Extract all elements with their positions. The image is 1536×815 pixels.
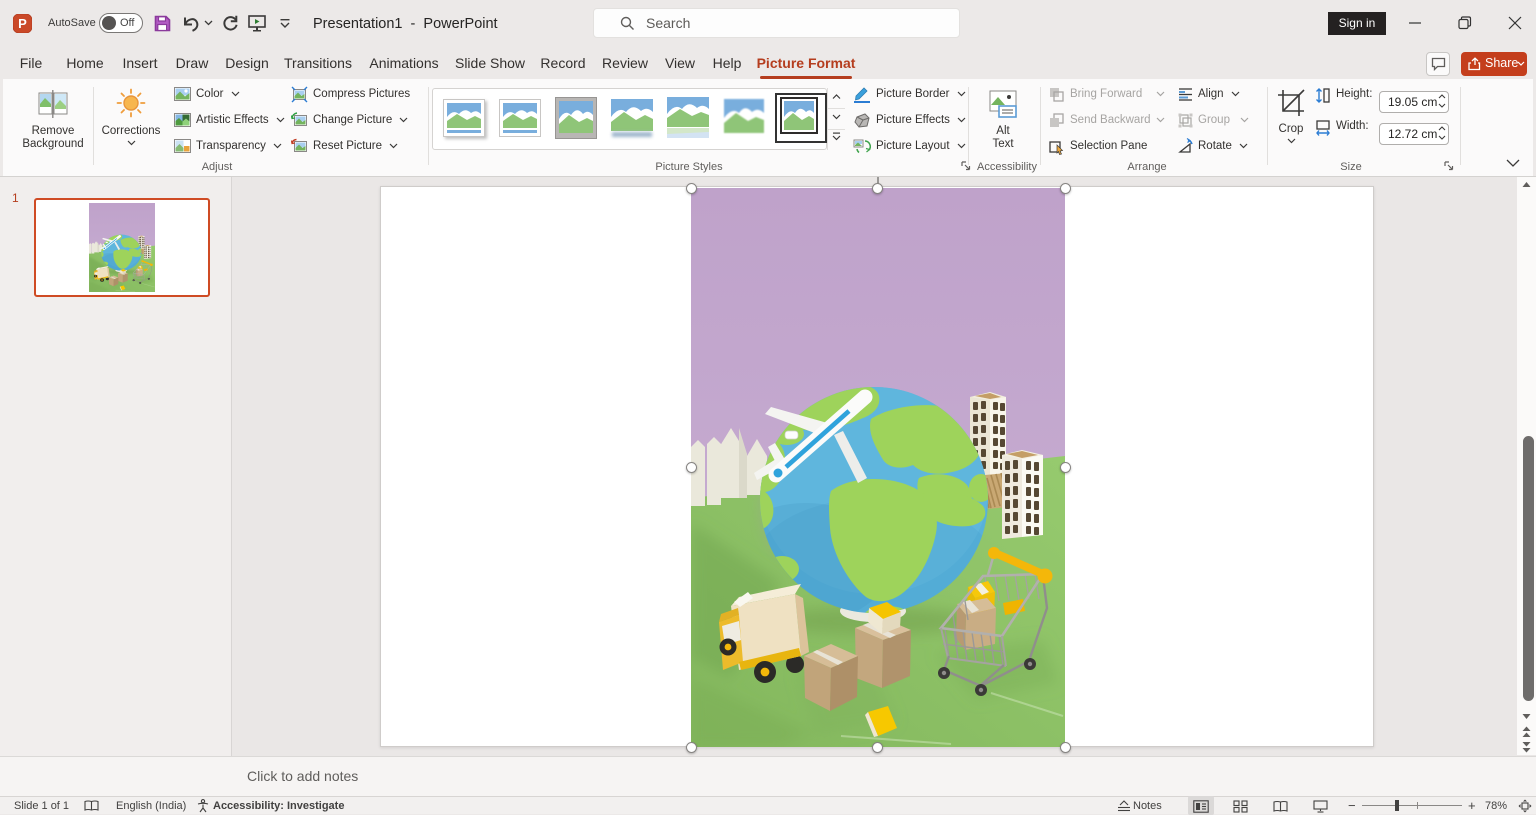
svg-text:P: P [18, 16, 27, 31]
